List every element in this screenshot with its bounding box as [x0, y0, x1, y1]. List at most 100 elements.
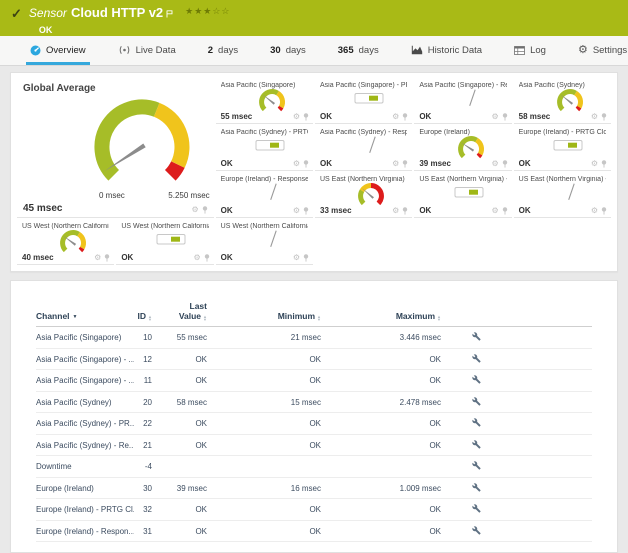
table-row: Asia Pacific (Singapore) - ...12OKOKOK — [36, 349, 592, 371]
gear-icon[interactable]: ⚙ — [293, 160, 300, 168]
channel-tile[interactable]: US East (Northern Virginia) - ...OK⚙ — [414, 173, 511, 218]
tab-2-days[interactable]: 2days — [204, 36, 242, 65]
table-row: Asia Pacific (Sydney) - Re...21OKOKOK — [36, 435, 592, 457]
pin-icon[interactable] — [202, 206, 208, 214]
tile-title: US East (Northern Virginia) - ... — [419, 176, 506, 183]
column-header-maximum[interactable]: Maximum ▲▼ — [321, 311, 441, 321]
tile-value: OK — [121, 253, 133, 262]
channel-name[interactable]: Asia Pacific (Sydney) - PR... — [36, 419, 134, 428]
tab-historic-data[interactable]: Historic Data — [407, 36, 486, 65]
tab-label: Historic Data — [428, 45, 482, 56]
tab-30-days[interactable]: 30days — [266, 36, 310, 65]
gear-icon[interactable]: ⚙ — [392, 207, 399, 215]
last-value: OK — [152, 505, 207, 514]
channel-tile-global-average[interactable]: Global Average 0 msec 5.250 msec 45 msec… — [17, 79, 214, 218]
column-header-minimum[interactable]: Minimum ▲▼ — [207, 311, 321, 321]
channel-tile[interactable]: US East (Northern Virginia) - ...OK⚙ — [514, 173, 611, 218]
channel-settings-button[interactable] — [472, 526, 481, 535]
column-header-channel[interactable]: Channel ▼ — [36, 311, 134, 321]
pin-icon[interactable] — [303, 207, 309, 215]
channel-tile[interactable]: US West (Northern California)40 msec⚙ — [17, 220, 114, 265]
channel-name[interactable]: Europe (Ireland) — [36, 484, 134, 493]
gear-icon[interactable]: ⚙ — [392, 160, 399, 168]
gear-icon[interactable]: ⚙ — [591, 160, 598, 168]
column-header-last-value[interactable]: Last Value ▲▼ — [152, 301, 207, 321]
channel-settings-button[interactable] — [472, 504, 481, 513]
channel-tile[interactable]: Asia Pacific (Sydney) - PRTG ...OK⚙ — [216, 126, 313, 171]
gear-icon[interactable]: ⚙ — [293, 254, 300, 262]
pin-icon[interactable] — [402, 113, 408, 121]
channel-tile[interactable]: Europe (Ireland) - PRTG Cloud...OK⚙ — [514, 126, 611, 171]
pin-icon[interactable] — [204, 254, 210, 262]
pin-icon[interactable] — [502, 113, 508, 121]
channel-tile[interactable]: Europe (Ireland)39 msec⚙ — [414, 126, 511, 171]
pin-icon[interactable] — [402, 207, 408, 215]
channel-tile[interactable]: US West (Northern California)...OK⚙ — [216, 220, 313, 265]
pin-icon[interactable] — [502, 160, 508, 168]
channel-name[interactable]: Asia Pacific (Sydney) - Re... — [36, 441, 134, 450]
channel-name[interactable]: Asia Pacific (Sydney) — [36, 398, 134, 407]
channel-name[interactable]: Europe (Ireland) - Respon... — [36, 527, 134, 536]
channel-settings-button[interactable] — [472, 397, 481, 406]
pin-icon[interactable] — [601, 113, 607, 121]
priority-flag-icon[interactable] — [166, 5, 173, 23]
pin-icon[interactable] — [104, 254, 110, 262]
tab-log[interactable]: Log — [510, 36, 550, 65]
pin-icon[interactable] — [601, 207, 607, 215]
sensor-title: Cloud HTTP v2 — [71, 5, 163, 20]
tile-value: OK — [320, 112, 332, 121]
channel-tile[interactable]: Asia Pacific (Sydney) - Respo...OK⚙ — [315, 126, 412, 171]
gear-icon[interactable]: ⚙ — [191, 206, 198, 214]
channel-settings-button[interactable] — [472, 440, 481, 449]
channel-tile[interactable]: Europe (Ireland) - Response C...OK⚙ — [216, 173, 313, 218]
sensor-status-badge: OK — [39, 25, 231, 35]
channel-name[interactable]: Asia Pacific (Singapore) — [36, 333, 134, 342]
channel-name[interactable]: Downtime — [36, 462, 134, 471]
gear-icon[interactable]: ⚙ — [392, 113, 399, 121]
gear-icon[interactable]: ⚙ — [94, 254, 101, 262]
channel-tile[interactable]: US East (Northern Virginia)33 msec⚙ — [315, 173, 412, 218]
tab-live-data[interactable]: Live Data — [114, 36, 180, 65]
channel-tile[interactable]: Asia Pacific (Singapore)55 msec⚙ — [216, 79, 313, 124]
pin-icon[interactable] — [402, 160, 408, 168]
gear-icon[interactable]: ⚙ — [293, 113, 300, 121]
channel-settings-button[interactable] — [472, 461, 481, 470]
channel-settings-button[interactable] — [472, 375, 481, 384]
status-bar-indicator — [454, 186, 488, 204]
tile-value: OK — [320, 159, 332, 168]
gear-icon[interactable]: ⚙ — [491, 207, 498, 215]
channel-tile[interactable]: Asia Pacific (Sydney)58 msec⚙ — [514, 79, 611, 124]
priority-stars[interactable]: ★★★☆☆ — [185, 6, 230, 17]
channel-tile[interactable]: Asia Pacific (Singapore) - PR...OK⚙ — [315, 79, 412, 124]
gear-icon[interactable]: ⚙ — [591, 113, 598, 121]
pin-icon[interactable] — [303, 113, 309, 121]
tab-365-days[interactable]: 365days — [334, 36, 383, 65]
pin-icon[interactable] — [601, 160, 607, 168]
gear-icon[interactable]: ⚙ — [491, 160, 498, 168]
channel-tile[interactable]: Asia Pacific (Singapore) - Res...OK⚙ — [414, 79, 511, 124]
channel-settings-button[interactable] — [472, 354, 481, 363]
gear-icon[interactable]: ⚙ — [591, 207, 598, 215]
tab-settings[interactable]: ⚙Settings — [574, 36, 628, 65]
tile-value: OK — [419, 112, 431, 121]
gauge-icon — [30, 45, 41, 56]
pin-icon[interactable] — [303, 160, 309, 168]
row-actions — [441, 397, 511, 408]
channel-tile[interactable]: US West (Northern California)...OK⚙ — [116, 220, 213, 265]
status-check-icon: ✓ — [11, 6, 22, 36]
tab-overview[interactable]: Overview — [26, 36, 90, 65]
pin-icon[interactable] — [303, 254, 309, 262]
channel-name[interactable]: Asia Pacific (Singapore) - ... — [36, 376, 134, 385]
gear-icon[interactable]: ⚙ — [193, 254, 200, 262]
channel-settings-button[interactable] — [472, 418, 481, 427]
gear-icon[interactable]: ⚙ — [491, 113, 498, 121]
channels-table-panel: Channel ▼ ID ▲▼ Last Value ▲▼ — [10, 280, 618, 553]
column-header-id[interactable]: ID ▲▼ — [134, 311, 152, 321]
pin-icon[interactable] — [502, 207, 508, 215]
gear-icon[interactable]: ⚙ — [293, 207, 300, 215]
row-actions — [441, 461, 511, 472]
channel-settings-button[interactable] — [472, 483, 481, 492]
channel-name[interactable]: Asia Pacific (Singapore) - ... — [36, 355, 134, 364]
channel-name[interactable]: Europe (Ireland) - PRTG Cl... — [36, 505, 134, 514]
channel-settings-button[interactable] — [472, 332, 481, 341]
